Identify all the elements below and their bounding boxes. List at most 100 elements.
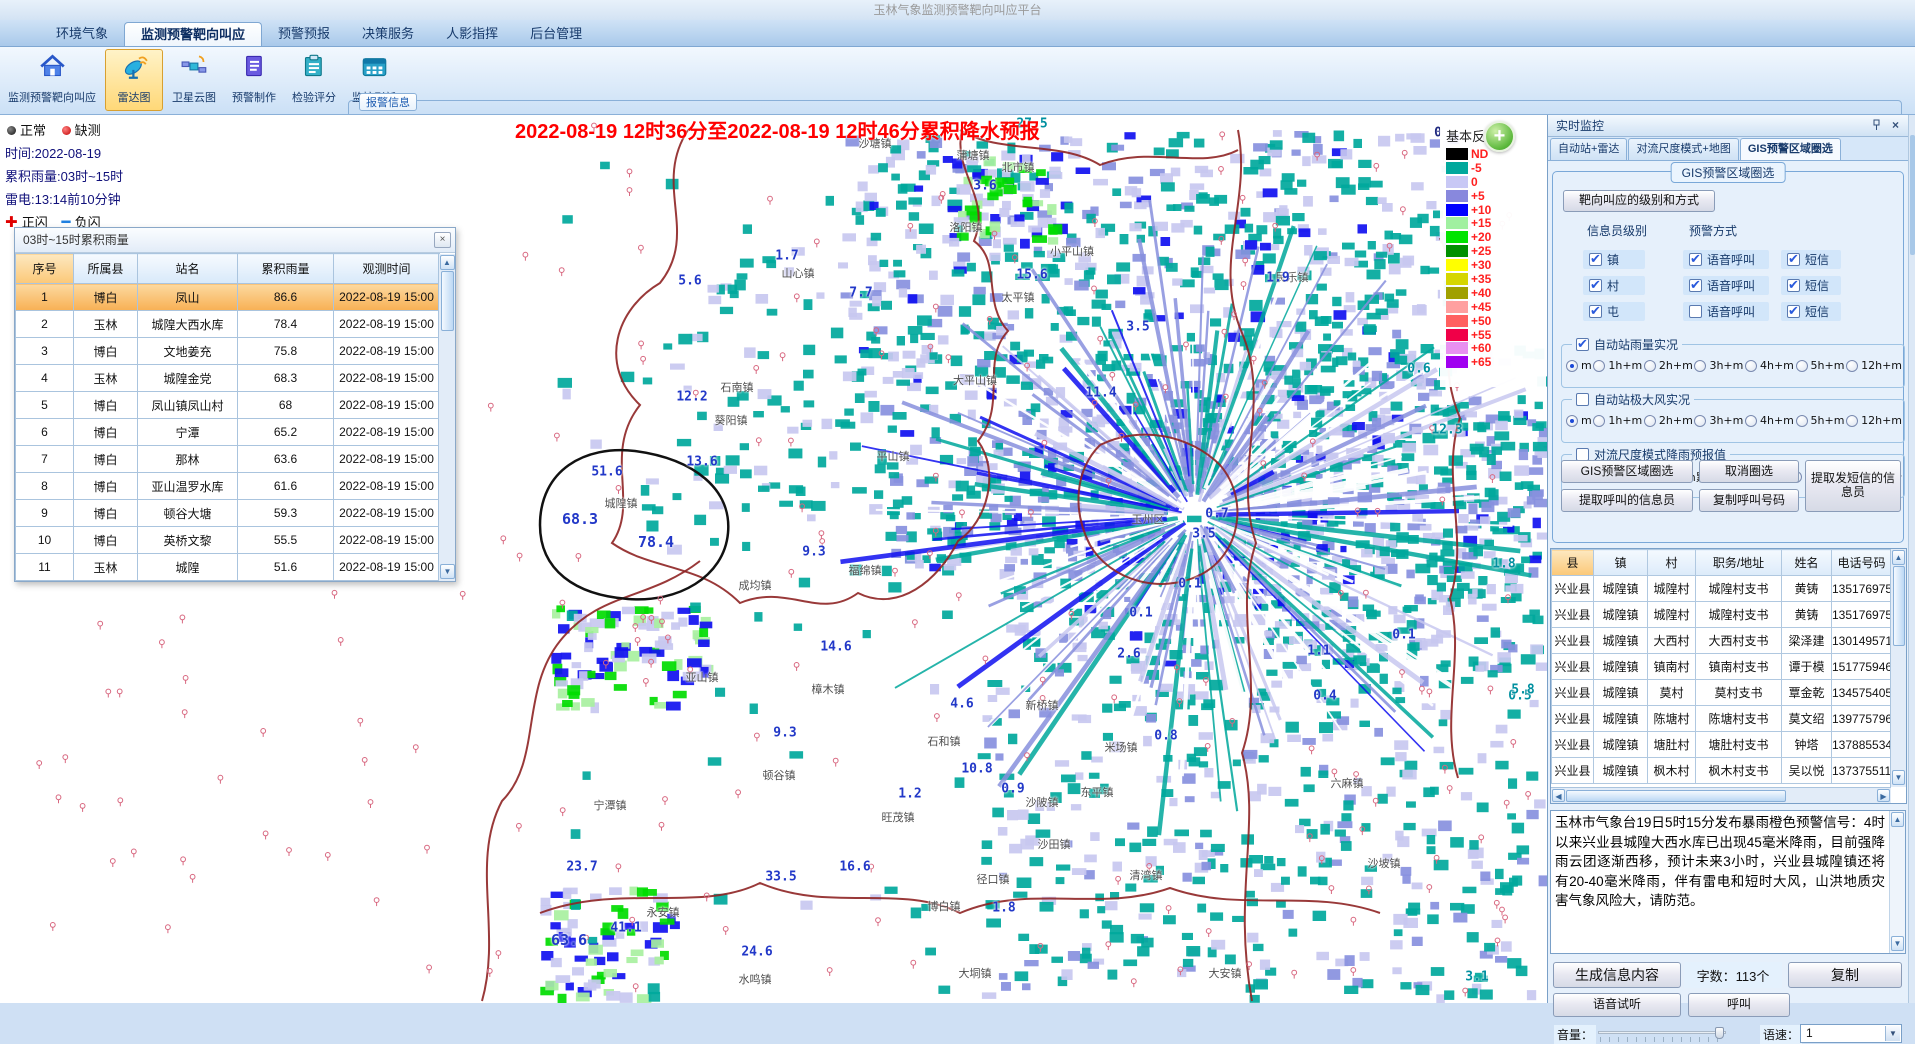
rain-table-header[interactable]: 序号 bbox=[16, 254, 74, 284]
radio-option[interactable]: m bbox=[1566, 359, 1592, 372]
toolbar-button-4[interactable]: 预警制作 bbox=[225, 49, 283, 111]
rain-table-header[interactable]: 所属县 bbox=[74, 254, 138, 284]
radio-icon[interactable] bbox=[1566, 415, 1578, 427]
rain-table-scrollbar[interactable]: ▲ ▼ bbox=[438, 254, 455, 581]
radio-option[interactable]: 1h+m bbox=[1593, 414, 1642, 427]
warning-message-textarea[interactable]: 玉林市气象台19日5时15分发布暴雨橙色预警信号：4时以来兴业县城隍大西水库已出… bbox=[1550, 810, 1906, 954]
checkbox-icon[interactable] bbox=[1576, 338, 1589, 351]
panel-tab-2[interactable]: 对流尺度模式+地图 bbox=[1628, 138, 1738, 160]
scroll-right-icon[interactable]: ▶ bbox=[1877, 789, 1890, 802]
sms-chip[interactable]: 短信 bbox=[1781, 276, 1841, 295]
volume-slider[interactable] bbox=[1598, 1027, 1726, 1043]
contact-header[interactable]: 镇 bbox=[1594, 550, 1648, 576]
scroll-down-icon[interactable]: ▼ bbox=[1892, 770, 1905, 785]
menu-tab-4[interactable]: 决策服务 bbox=[346, 22, 430, 46]
gis-select-button[interactable]: GIS预警区域圈选 bbox=[1561, 460, 1693, 483]
radio-icon[interactable] bbox=[1694, 415, 1706, 427]
level-chip[interactable]: 村 bbox=[1583, 276, 1645, 295]
sms-chip[interactable]: 短信 bbox=[1781, 302, 1841, 321]
scroll-down-icon[interactable]: ▼ bbox=[1891, 936, 1904, 951]
checkbox-icon[interactable] bbox=[1787, 305, 1800, 318]
checkbox-icon[interactable] bbox=[1787, 253, 1800, 266]
table-row[interactable]: 兴业县城隍镇城隍村城隍村支书黄铸135176975 bbox=[1552, 602, 1892, 628]
contact-header[interactable]: 村 bbox=[1648, 550, 1696, 576]
voice-preview-button[interactable]: 语音试听 bbox=[1553, 993, 1681, 1017]
copy-numbers-button[interactable]: 复制呼叫号码 bbox=[1699, 489, 1799, 512]
close-icon[interactable]: × bbox=[434, 232, 451, 248]
scroll-up-icon[interactable]: ▲ bbox=[1892, 550, 1905, 565]
table-row[interactable]: 8博白亚山温罗水库61.62022-08-19 15:00 bbox=[16, 473, 440, 500]
checkbox-icon[interactable] bbox=[1787, 279, 1800, 292]
extract-call-button[interactable]: 提取呼叫的信息员 bbox=[1561, 489, 1693, 512]
radio-option[interactable]: 5h+m bbox=[1796, 359, 1845, 372]
table-row[interactable]: 9博白顿谷大塘59.32022-08-19 15:00 bbox=[16, 500, 440, 527]
rain-table-header[interactable]: 累积雨量 bbox=[238, 254, 334, 284]
radio-option[interactable]: 3h+m bbox=[1694, 359, 1743, 372]
rain-table-titlebar[interactable]: 03时~15时累积雨量 bbox=[15, 228, 455, 253]
radio-option[interactable]: 5h+m bbox=[1796, 414, 1845, 427]
panel-tab-3[interactable]: GIS预警区域圈选 bbox=[1740, 138, 1841, 160]
scroll-up-icon[interactable]: ▲ bbox=[440, 255, 455, 270]
radio-option[interactable]: m bbox=[1566, 414, 1592, 427]
toolbar-button-5[interactable]: 检验评分 bbox=[285, 49, 343, 111]
radio-icon[interactable] bbox=[1796, 360, 1808, 372]
toolbar-button-2[interactable]: 雷达图 bbox=[105, 49, 163, 111]
close-icon[interactable]: × bbox=[1889, 119, 1902, 132]
table-row[interactable]: 兴业县城隍镇塘肚村塘肚村支书钟塔137885534 bbox=[1552, 732, 1892, 758]
table-row[interactable]: 兴业县城隍镇陈塘村陈塘村支书莫文绍139775796 bbox=[1552, 706, 1892, 732]
contact-header[interactable]: 职务/地址 bbox=[1696, 550, 1782, 576]
copy-button[interactable]: 复制 bbox=[1788, 962, 1902, 988]
toolbar-button-1[interactable]: 监测预警靶向叫应 bbox=[1, 49, 103, 111]
radio-icon[interactable] bbox=[1593, 415, 1605, 427]
table-row[interactable]: 11玉林城隍51.62022-08-19 15:00 bbox=[16, 554, 440, 581]
radio-icon[interactable] bbox=[1846, 415, 1858, 427]
radio-icon[interactable] bbox=[1644, 415, 1656, 427]
menu-tab-3[interactable]: 预警预报 bbox=[262, 22, 346, 46]
checkbox-icon[interactable] bbox=[1589, 305, 1602, 318]
slider-thumb[interactable] bbox=[1715, 1027, 1724, 1039]
voice-chip[interactable]: 语音呼叫 bbox=[1683, 250, 1769, 269]
checkbox-icon[interactable] bbox=[1589, 253, 1602, 266]
scroll-left-icon[interactable]: ◀ bbox=[1552, 789, 1565, 802]
extract-sms-button[interactable]: 提取发短信的信息员 bbox=[1805, 460, 1901, 512]
panel-tab-1[interactable]: 自动站+雷达 bbox=[1550, 138, 1627, 160]
scroll-down-icon[interactable]: ▼ bbox=[440, 564, 455, 579]
checkbox-icon[interactable] bbox=[1689, 279, 1702, 292]
checkbox-icon[interactable] bbox=[1689, 305, 1702, 318]
radio-icon[interactable] bbox=[1745, 360, 1757, 372]
sms-chip[interactable]: 短信 bbox=[1781, 250, 1841, 269]
radio-icon[interactable] bbox=[1566, 360, 1578, 372]
toolbar-button-3[interactable]: 卫星云图 bbox=[165, 49, 223, 111]
radio-icon[interactable] bbox=[1745, 415, 1757, 427]
radio-icon[interactable] bbox=[1694, 360, 1706, 372]
rain-table-header[interactable]: 观测时间 bbox=[334, 254, 440, 284]
map-zoom-plus-button[interactable]: + bbox=[1484, 121, 1515, 152]
radio-option[interactable]: 4h+m bbox=[1745, 414, 1794, 427]
radio-icon[interactable] bbox=[1846, 360, 1858, 372]
radio-option[interactable]: 3h+m bbox=[1694, 414, 1743, 427]
table-row[interactable]: 3博白文地姜充75.82022-08-19 15:00 bbox=[16, 338, 440, 365]
table-row[interactable]: 1博白凤山86.62022-08-19 15:00 bbox=[16, 284, 440, 311]
contact-header[interactable]: 电话号码 bbox=[1832, 550, 1892, 576]
radio-option[interactable]: 1h+m bbox=[1593, 359, 1642, 372]
checkbox-icon[interactable] bbox=[1576, 393, 1589, 406]
menu-tab-1[interactable]: 环境气象 bbox=[40, 22, 124, 46]
targeting-level-button[interactable]: 靶向叫应的级别和方式 bbox=[1563, 190, 1715, 212]
table-row[interactable]: 2玉林城隍大西水库78.42022-08-19 15:00 bbox=[16, 311, 440, 338]
scroll-thumb[interactable] bbox=[1566, 790, 1786, 802]
scroll-up-icon[interactable]: ▲ bbox=[1891, 812, 1904, 827]
radio-option[interactable]: 12h+m bbox=[1846, 359, 1902, 372]
contact-header[interactable]: 县 bbox=[1552, 550, 1594, 576]
voice-chip[interactable]: 语音呼叫 bbox=[1683, 302, 1769, 321]
map-canvas[interactable]: 沙塘镇蒲塘镇北市镇洛阳镇小平山镇山心镇太平镇民乐镇大平山镇石南镇葵阳镇平山镇城隍… bbox=[0, 115, 1547, 1003]
table-row[interactable]: 10博白英桥文黎55.52022-08-19 15:00 bbox=[16, 527, 440, 554]
checkbox-icon[interactable] bbox=[1689, 253, 1702, 266]
scroll-thumb[interactable] bbox=[1910, 135, 1915, 255]
message-vscrollbar[interactable]: ▲ ▼ bbox=[1889, 811, 1905, 953]
table-row[interactable]: 兴业县城隍镇枫木村枫木村支书吴以悦137375511 bbox=[1552, 758, 1892, 784]
checkbox-icon[interactable] bbox=[1589, 279, 1602, 292]
radio-option[interactable]: 2h+m bbox=[1644, 359, 1693, 372]
table-row[interactable]: 6博白宁潭65.22022-08-19 15:00 bbox=[16, 419, 440, 446]
radio-icon[interactable] bbox=[1644, 360, 1656, 372]
radio-option[interactable]: 4h+m bbox=[1745, 359, 1794, 372]
